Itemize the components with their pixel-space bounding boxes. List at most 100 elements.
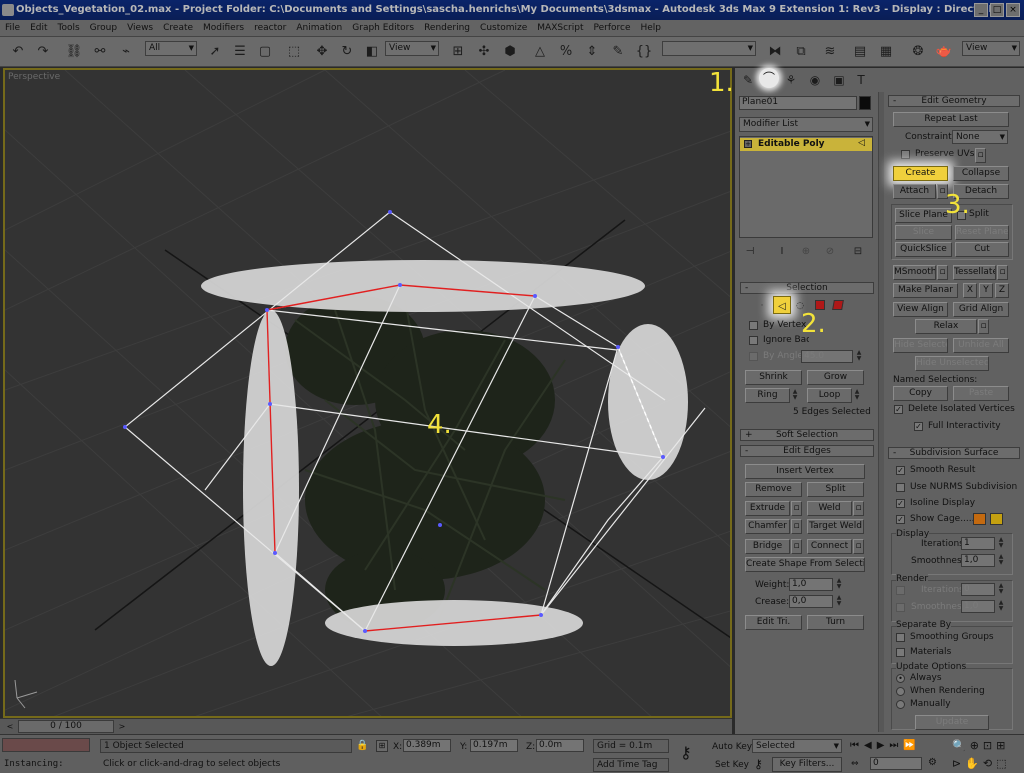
align-icon[interactable]: ⧉ [791, 42, 811, 62]
by-angle-spinner[interactable]: ▲ ▼ [855, 350, 863, 363]
planar-y-button[interactable]: Y [979, 283, 993, 298]
menu-animation[interactable]: Animation [291, 20, 347, 37]
menu-modifiers[interactable]: Modifiers [198, 20, 249, 37]
crease-field[interactable]: 0,0 [789, 595, 833, 608]
update-button[interactable]: Update [915, 715, 989, 730]
key-filters-button[interactable]: Key Filters... [772, 757, 842, 772]
menu-edit[interactable]: Edit [25, 20, 52, 37]
time-configuration-icon[interactable]: ⚙ [928, 757, 937, 768]
split-edges-button[interactable]: Split [807, 482, 864, 497]
smoothness-field[interactable]: 1,0 [961, 554, 995, 567]
copy-button[interactable]: Copy [893, 386, 948, 401]
menu-customize[interactable]: Customize [475, 20, 532, 37]
maxscript-listener-field[interactable] [2, 738, 90, 752]
relax-settings-button[interactable]: ▫ [978, 319, 989, 334]
stack-item-editable-poly[interactable]: Editable Poly [740, 138, 872, 151]
extrude-button[interactable]: Extrude [745, 501, 790, 516]
remove-modifier-icon[interactable]: ⊘ [821, 242, 839, 258]
hide-selected-button[interactable]: Hide Selected [893, 338, 948, 353]
edit-geometry-rollout-header[interactable]: - Edit Geometry [888, 95, 1020, 107]
subdivision-surface-rollout-header[interactable]: - Subdivision Surface [888, 447, 1020, 459]
vertex-mode-icon[interactable]: · [755, 296, 769, 312]
by-angle-field[interactable]: 45.0 [801, 350, 853, 363]
repeat-last-button[interactable]: Repeat Last [893, 112, 1009, 127]
menu-file[interactable]: File [0, 20, 25, 37]
mirror-icon[interactable]: ⧓ [765, 42, 785, 62]
connect-button[interactable]: Connect [807, 539, 852, 554]
menu-rendering[interactable]: Rendering [419, 20, 475, 37]
window-crossing-icon[interactable]: ⬚ [284, 42, 304, 62]
isoline-checkbox[interactable]: ✓ [896, 499, 905, 508]
render-iterations-checkbox[interactable] [896, 586, 905, 595]
left-column-scrollbar[interactable] [878, 92, 884, 732]
spinner-snap-icon[interactable]: ⇕ [582, 42, 602, 62]
named-selection-dropdown[interactable] [662, 41, 756, 56]
select-object-icon[interactable]: ➚ [205, 42, 225, 62]
pivot-center-icon[interactable]: ⊞ [448, 42, 468, 62]
tessellate-button[interactable]: Tessellate [953, 265, 996, 280]
planar-z-button[interactable]: Z [995, 283, 1009, 298]
viewport-nav-bottom[interactable]: ⊳✋⟲⬚ [952, 757, 1011, 770]
iterations-spinner[interactable]: ▲ ▼ [997, 537, 1005, 550]
bridge-settings-button[interactable]: ▫ [791, 539, 802, 554]
soft-selection-rollout-header[interactable]: + Soft Selection [740, 429, 874, 441]
use-nurms-checkbox[interactable] [896, 483, 905, 492]
grow-button[interactable]: Grow [807, 370, 864, 385]
select-by-name-icon[interactable]: ☰ [230, 42, 250, 62]
edge-mode-icon[interactable]: ◁ [773, 296, 791, 314]
msmooth-button[interactable]: MSmooth [893, 265, 936, 280]
modify-tab-icon[interactable]: ⌒ [759, 68, 779, 88]
select-manipulate-icon[interactable]: ✣ [474, 42, 494, 62]
bridge-button[interactable]: Bridge [745, 539, 790, 554]
element-mode-icon[interactable] [832, 300, 844, 310]
rotate-icon[interactable]: ↻ [337, 42, 357, 62]
edit-named-selection-icon[interactable]: ✎ [608, 42, 628, 62]
attach-button[interactable]: Attach [893, 184, 936, 199]
angle-snap-icon[interactable]: △ [530, 42, 550, 62]
hierarchy-tab-icon[interactable]: ⚘ [783, 70, 799, 88]
selection-rollout-header[interactable]: - Selection [740, 282, 874, 294]
slice-plane-button[interactable]: Slice Plane [895, 208, 952, 223]
weld-button[interactable]: Weld [807, 501, 852, 516]
cage-color-swatch-2[interactable] [990, 513, 1003, 525]
planar-x-button[interactable]: X [963, 283, 977, 298]
ring-button[interactable]: Ring [745, 388, 790, 403]
menu-group[interactable]: Group [85, 20, 122, 37]
menu-perforce[interactable]: Perforce [588, 20, 635, 37]
tessellate-settings-button[interactable]: ▫ [997, 265, 1008, 280]
render-smoothness-field[interactable]: 1,0 [961, 600, 995, 613]
grid-align-button[interactable]: Grid Align [953, 302, 1009, 317]
current-frame-field[interactable]: 0 [870, 757, 922, 770]
make-planar-button[interactable]: Make Planar [893, 283, 958, 298]
constraints-dropdown[interactable]: None [952, 130, 1008, 144]
create-button[interactable]: Create [893, 166, 948, 181]
iterations-field[interactable]: 1 [961, 537, 995, 550]
make-unique-icon[interactable]: ⊕ [797, 242, 815, 258]
configure-modifier-sets-icon[interactable]: ⊟ [849, 242, 867, 258]
reference-coordinate-dropdown[interactable]: View [385, 41, 439, 56]
object-color-swatch[interactable] [859, 96, 871, 110]
menu-views[interactable]: Views [122, 20, 158, 37]
relax-button[interactable]: Relax [915, 319, 977, 334]
create-tab-icon[interactable]: ✎ [740, 70, 756, 88]
menu-graph-editors[interactable]: Graph Editors [347, 20, 419, 37]
scale-icon[interactable]: ◧ [362, 42, 382, 62]
chamfer-button[interactable]: Chamfer [745, 519, 790, 534]
unhide-all-button[interactable]: Unhide All [953, 338, 1009, 353]
render-view-dropdown[interactable]: View [962, 41, 1020, 56]
quickslice-button[interactable]: QuickSlice [895, 242, 952, 257]
delete-isolated-checkbox[interactable]: ✓ [894, 405, 903, 414]
curve-editor-icon[interactable]: ▤ [850, 42, 870, 62]
ignore-backfacing-checkbox[interactable] [749, 336, 758, 345]
render-iterations-spinner[interactable]: ▲ ▼ [997, 583, 1005, 596]
menu-maxscript[interactable]: MAXScript [532, 20, 588, 37]
auto-key-button[interactable]: Auto Key [712, 742, 752, 752]
chamfer-settings-button[interactable]: ▫ [791, 519, 802, 534]
menu-tools[interactable]: Tools [53, 20, 85, 37]
reset-plane-button[interactable]: Reset Plane [955, 225, 1009, 240]
selection-region-icon[interactable]: ▢ [255, 42, 275, 62]
render-smoothness-spinner[interactable]: ▲ ▼ [997, 600, 1005, 613]
smoothing-groups-checkbox[interactable] [896, 633, 905, 642]
weight-field[interactable]: 1,0 [789, 578, 833, 591]
lock-selection-icon[interactable]: 🔒 [356, 740, 368, 751]
